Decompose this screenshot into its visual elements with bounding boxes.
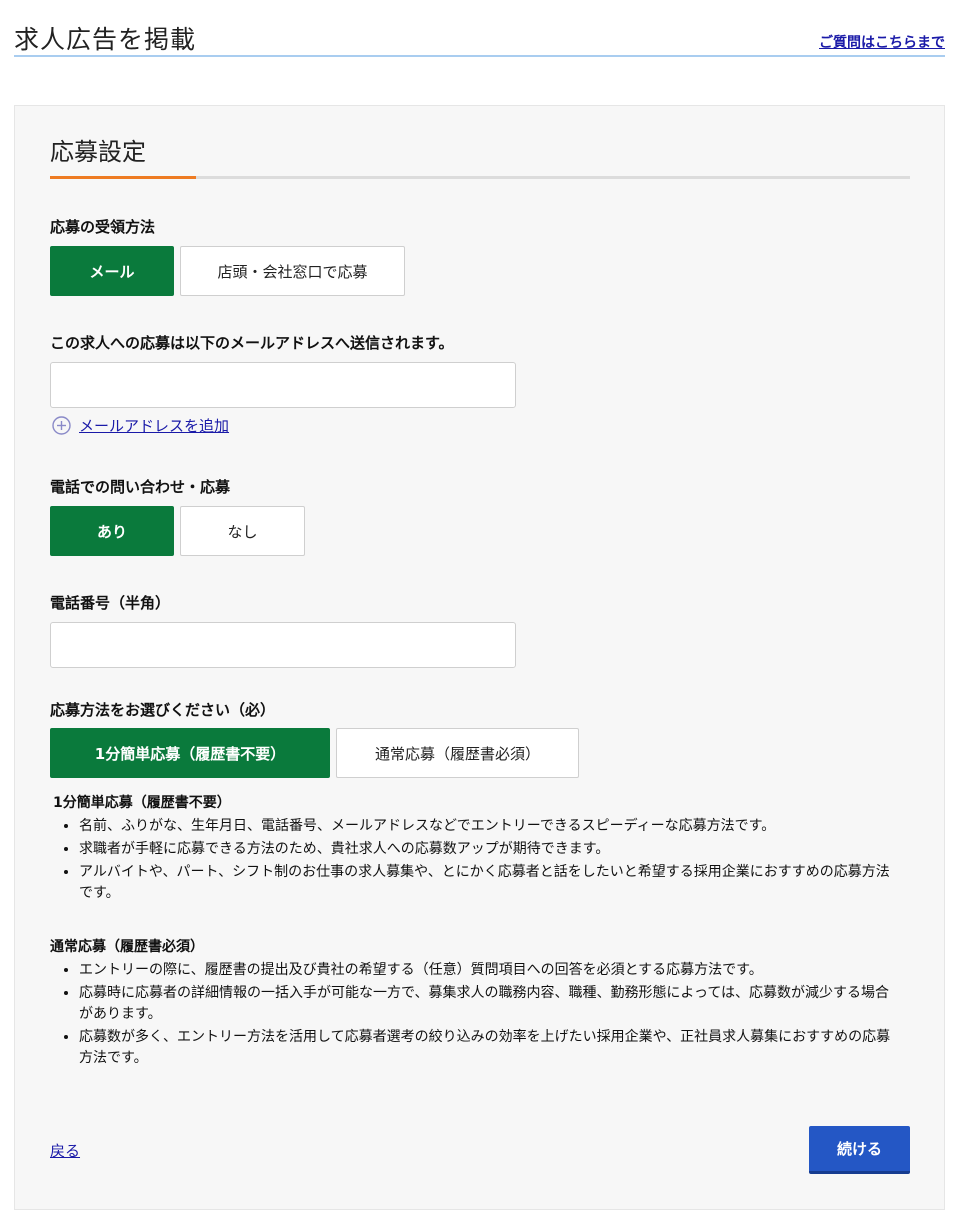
continue-button[interactable]: 続ける [809,1126,910,1174]
page-title: 求人広告を掲載 [14,25,197,54]
plus-circle-icon [52,416,71,435]
quick-apply-description-list: 名前、ふりがな、生年月日、電話番号、メールアドレスなどでエントリーできるスピーデ… [79,816,899,904]
quick-apply-description-title: 1分簡単応募（履歴書不要） [53,795,231,811]
list-item: エントリーの際に、履歴書の提出及び貴社の希望する（任意）質問項目への回答を必須と… [79,960,899,981]
section-title: 応募設定 [50,138,146,166]
section-divider-accent [50,176,196,179]
add-email-link[interactable]: メールアドレスを追加 [52,415,229,436]
list-item: アルバイトや、パート、シフト制のお仕事の求人募集や、とにかく応募者と話をしたいと… [79,862,899,904]
normal-apply-description-list: エントリーの際に、履歴書の提出及び貴社の希望する（任意）質問項目への回答を必須と… [79,960,899,1069]
page-header: 求人広告を掲載 ご質問はこちらまで [14,0,945,57]
phone-contact-label: 電話での問い合わせ・応募 [50,478,231,496]
receive-method-store-button[interactable]: 店頭・会社窓口で応募 [180,246,405,296]
apply-method-normal-button[interactable]: 通常応募（履歴書必須） [336,728,579,778]
normal-apply-description-title: 通常応募（履歴書必須） [50,939,204,955]
phone-contact-no-button[interactable]: なし [180,506,305,556]
email-input[interactable] [50,362,516,408]
apply-method-label: 応募方法をお選びください（必） [50,701,276,719]
email-label: この求人への応募は以下のメールアドレスへ送信されます。 [50,334,454,352]
list-item: 応募時に応募者の詳細情報の一括入手が可能な一方で、募集求人の職務内容、職種、勤務… [79,983,899,1025]
list-item: 応募数が多く、エントリー方法を活用して応募者選考の絞り込みの効率を上げたい採用企… [79,1027,899,1069]
help-link[interactable]: ご質問はこちらまで [819,32,945,52]
phone-number-label: 電話番号（半角） [50,594,171,612]
receive-method-email-button[interactable]: メール [50,246,174,296]
list-item: 名前、ふりがな、生年月日、電話番号、メールアドレスなどでエントリーできるスピーデ… [79,816,899,837]
phone-contact-yes-button[interactable]: あり [50,506,174,556]
section-divider [50,176,910,179]
list-item: 求職者が手軽に応募できる方法のため、貴社求人への応募数アップが期待できます。 [79,839,899,860]
add-email-label: メールアドレスを追加 [79,417,230,435]
normal-apply-description: 通常応募（履歴書必須） エントリーの際に、履歴書の提出及び貴社の希望する（任意）… [50,936,899,1071]
apply-method-quick-button[interactable]: 1分簡単応募（履歴書不要） [50,728,330,778]
receive-method-label: 応募の受領方法 [50,218,156,236]
back-link[interactable]: 戻る [50,1140,80,1161]
phone-number-input[interactable] [50,622,516,668]
application-settings-panel: 応募設定 応募の受領方法 メール 店頭・会社窓口で応募 この求人への応募は以下の… [14,105,945,1210]
quick-apply-description: 1分簡単応募（履歴書不要） 名前、ふりがな、生年月日、電話番号、メールアドレスな… [53,792,899,906]
